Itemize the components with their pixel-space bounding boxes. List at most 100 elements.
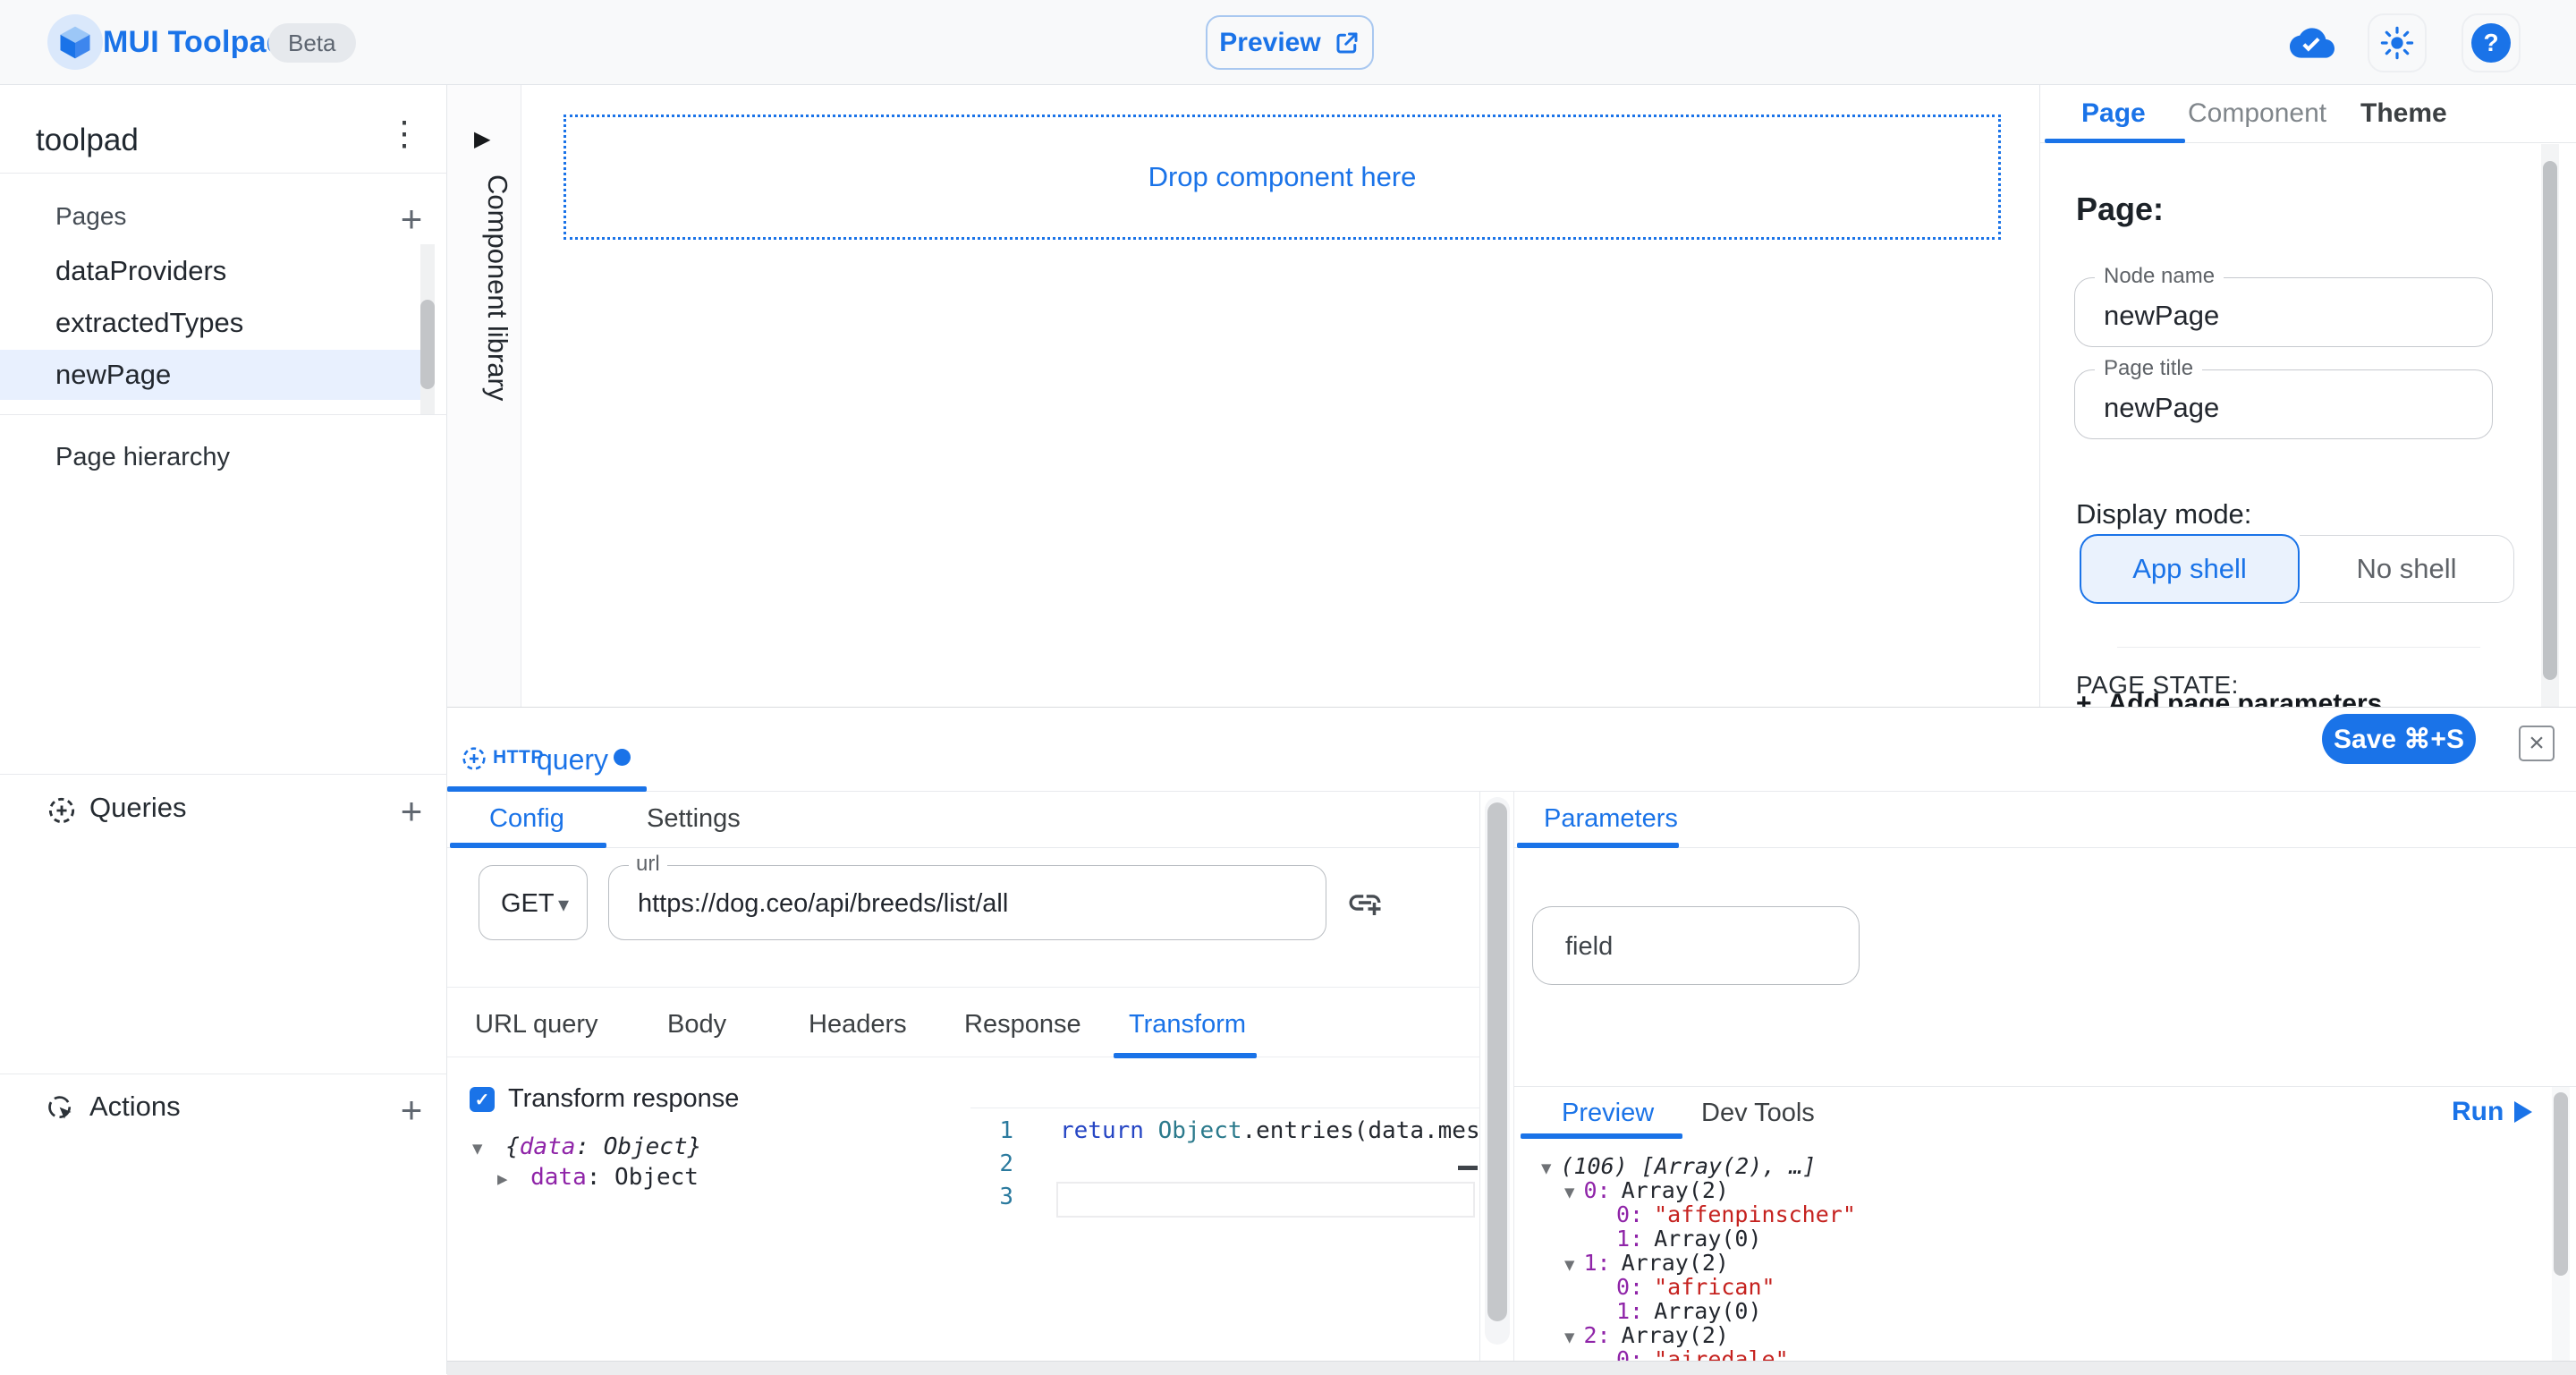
brand-title: MUI Toolpad <box>103 25 285 60</box>
play-icon[interactable] <box>2514 1101 2532 1123</box>
tab-headers[interactable]: Headers <box>809 1010 907 1040</box>
app-shell-toggle[interactable]: App shell <box>2080 534 2300 604</box>
unsaved-indicator-dot <box>614 749 631 766</box>
json-row[interactable]: ▼ 0: Array(2) <box>1564 1177 1729 1203</box>
tab-devtools[interactable]: Dev Tools <box>1701 1099 1815 1128</box>
app-shell-label: App shell <box>2132 553 2247 585</box>
json-root-row[interactable]: ▼ (106) [Array(2), …] <box>1541 1153 1816 1179</box>
no-shell-toggle[interactable]: No shell <box>2300 535 2514 603</box>
method-value: GET <box>501 889 555 919</box>
queries-header: Queries <box>89 792 187 824</box>
tab-body[interactable]: Body <box>667 1010 726 1040</box>
close-icon: × <box>2529 728 2545 759</box>
plus-icon: + <box>401 1089 423 1132</box>
method-select[interactable]: GET ▾ <box>479 865 588 940</box>
pages-scrollbar-thumb[interactable] <box>420 300 435 389</box>
json-row: 0: "african" <box>1616 1274 1775 1300</box>
node-name-value: newPage <box>2104 300 2219 332</box>
expand-icon[interactable]: ▶ <box>497 1169 507 1189</box>
query-results-panel: Parameters field Preview Dev Tools Run ▼… <box>1513 792 2576 1361</box>
schema-child-rest: : Object <box>587 1164 699 1191</box>
save-button[interactable]: Save ⌘+S <box>2322 714 2476 764</box>
sidebar-item-dataproviders[interactable]: dataProviders <box>0 246 420 296</box>
display-mode-label: Display mode: <box>2076 498 2251 530</box>
json-key: 0: <box>1583 1177 1610 1203</box>
json-row: 1: Array(0) <box>1616 1226 1762 1252</box>
json-value: Array(0) <box>1654 1226 1761 1252</box>
tab-settings[interactable]: Settings <box>647 804 741 834</box>
preview-button-label: Preview <box>1219 28 1320 58</box>
collapse-icon[interactable]: ▼ <box>1564 1255 1574 1275</box>
active-config-underline <box>450 843 606 848</box>
schema-child-row[interactable]: ▶ data: Object <box>497 1164 699 1191</box>
expand-library-icon[interactable]: ▶ <box>474 126 490 152</box>
preview-button[interactable]: Preview <box>1206 15 1374 70</box>
chevron-down-icon: ▾ <box>558 892 569 918</box>
request-sub-tabs: URL query Body Headers Response Transfor… <box>447 987 1480 1057</box>
editor-canvas: ▶ Component library Drop component here <box>447 85 2039 707</box>
parameter-field-input[interactable]: field <box>1532 906 1860 985</box>
json-key: 1: <box>1616 1298 1643 1324</box>
close-panel-button[interactable]: × <box>2519 726 2555 761</box>
theme-toggle-button[interactable] <box>2368 13 2427 72</box>
node-name-field[interactable]: Node name newPage <box>2074 277 2493 347</box>
collapse-icon[interactable]: ▼ <box>472 1139 482 1159</box>
sidebar-item-extractedtypes[interactable]: extractedTypes <box>0 298 420 348</box>
inspector-scrollbar-thumb[interactable] <box>2543 161 2557 680</box>
json-row[interactable]: ▼ 2: Array(2) <box>1564 1322 1729 1348</box>
collapse-icon[interactable]: ▼ <box>1564 1328 1574 1347</box>
tab-component[interactable]: Component <box>2188 98 2326 129</box>
add-action-button[interactable]: + <box>388 1087 435 1133</box>
tab-transform[interactable]: Transform <box>1129 1010 1246 1040</box>
sidebar-item-newpage[interactable]: newPage <box>0 350 420 400</box>
transform-response-checkbox[interactable]: ✓ <box>470 1087 495 1112</box>
tab-preview[interactable]: Preview <box>1562 1099 1654 1128</box>
collapse-icon[interactable]: ▼ <box>1541 1159 1551 1178</box>
json-string-value: "airedale" <box>1654 1346 1789 1361</box>
query-tab-label[interactable]: query <box>537 743 608 777</box>
collapse-icon[interactable]: ▼ <box>1564 1183 1574 1202</box>
project-menu-button[interactable]: ⋮ <box>383 112 426 155</box>
tab-page[interactable]: Page <box>2081 98 2146 129</box>
schema-root-key: data <box>520 1133 576 1160</box>
config-tabs: Config Settings <box>447 792 1479 848</box>
page-hierarchy-label: Page hierarchy <box>55 443 230 472</box>
transform-code-editor[interactable]: 1 2 3 return Object.entries(data.messag <box>970 1108 1480 1361</box>
page-title-field[interactable]: Page title newPage <box>2074 369 2493 439</box>
dock-scrollbar-thumb[interactable] <box>1487 802 1507 1321</box>
active-subtab-underline <box>1114 1053 1257 1058</box>
json-key: 0: <box>1616 1201 1643 1227</box>
actions-icon <box>45 1092 79 1126</box>
json-row: 1: Array(0) <box>1616 1298 1762 1324</box>
url-field[interactable]: url https://dog.ceo/api/breeds/list/all <box>608 865 1326 940</box>
add-query-button[interactable]: + <box>388 788 435 835</box>
add-page-parameters-button[interactable]: + Add page parameters <box>2076 689 2487 707</box>
drop-zone[interactable]: Drop component here <box>564 115 2001 240</box>
sidebar: toolpad ⋮ Pages + dataProviders extracte… <box>0 85 447 1374</box>
schema-root-row[interactable]: ▼ {data: Object} <box>472 1133 701 1160</box>
query-tab-row: HTTP query Save ⌘+S × <box>447 708 2576 792</box>
pages-header: Pages <box>55 202 126 231</box>
help-button[interactable]: ? <box>2462 13 2521 72</box>
schema-brace: { <box>505 1133 520 1160</box>
tab-url-query[interactable]: URL query <box>475 1010 598 1040</box>
json-key: 2: <box>1583 1322 1610 1348</box>
results-scrollbar-thumb[interactable] <box>2554 1092 2568 1276</box>
run-button[interactable]: Run <box>2452 1097 2504 1127</box>
tab-parameters[interactable]: Parameters <box>1544 804 1678 834</box>
tab-config[interactable]: Config <box>489 804 564 834</box>
tab-theme[interactable]: Theme <box>2360 98 2447 129</box>
transform-response-label: Transform response <box>508 1084 739 1114</box>
tab-response[interactable]: Response <box>964 1010 1081 1040</box>
cloud-synced-icon <box>2290 26 2334 64</box>
page-item-label: dataProviders <box>55 255 226 287</box>
json-key: 0: <box>1616 1346 1643 1361</box>
add-binding-icon[interactable] <box>1346 884 1384 926</box>
json-row[interactable]: ▼ 1: Array(2) <box>1564 1250 1729 1276</box>
line-number: 3 <box>970 1184 1013 1210</box>
divider <box>0 173 447 174</box>
add-page-button[interactable]: + <box>388 196 435 242</box>
component-library-panel[interactable]: ▶ Component library <box>447 85 521 707</box>
sun-icon <box>2380 26 2414 60</box>
query-tab-icon <box>459 743 489 778</box>
